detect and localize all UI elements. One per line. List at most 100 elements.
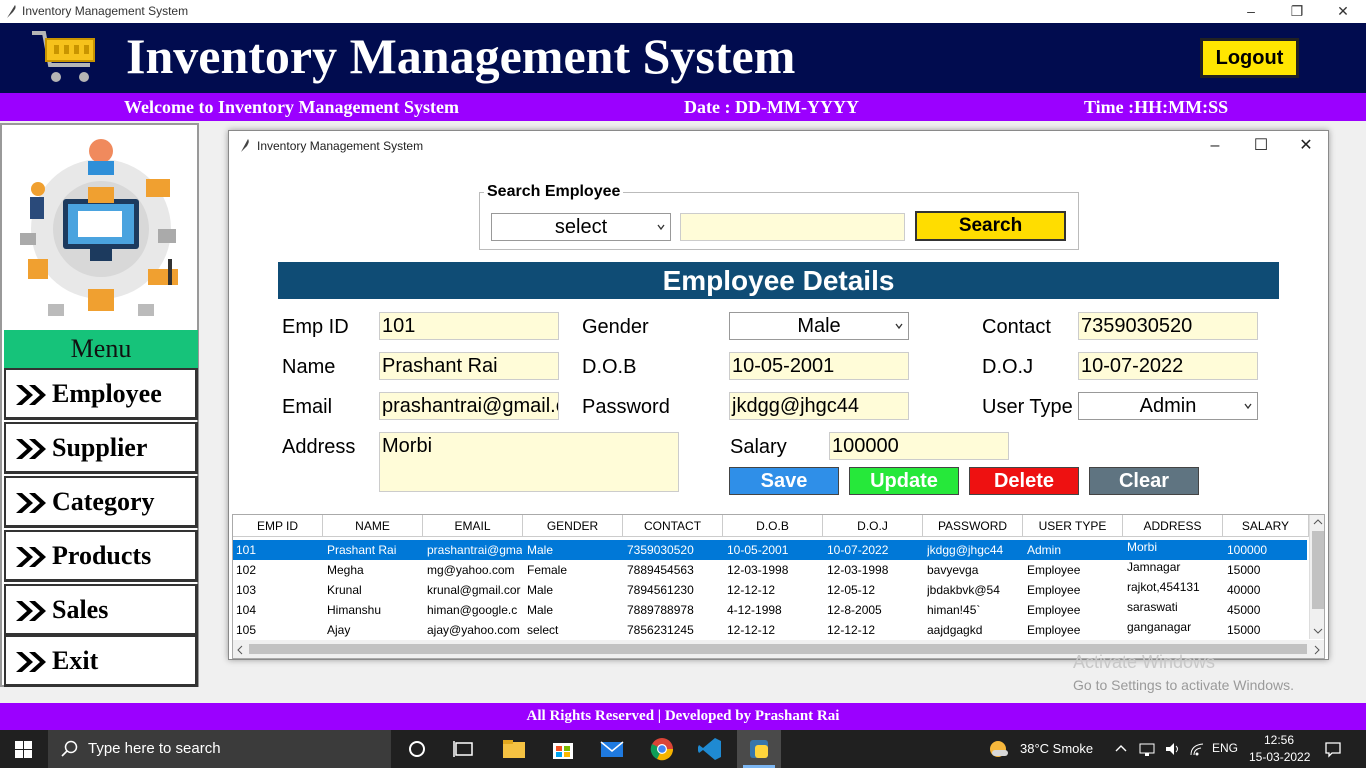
menu-item-label: Products [52,541,152,570]
column-header[interactable]: NAME [323,515,423,537]
column-header[interactable]: ADDRESS [1123,515,1223,537]
contact-field[interactable]: 7359030520 [1078,312,1258,340]
scroll-right-icon[interactable] [1313,645,1321,655]
welcome-text: Welcome to Inventory Management System [124,97,459,117]
clock-date[interactable]: 15-03-2022 [1249,750,1310,764]
menu-item-label: Category [52,487,155,516]
file-explorer-icon[interactable] [501,736,527,762]
table-row[interactable]: 101 Prashant Rai prashantrai@gma Male 735903… [233,540,1307,560]
salary-label: Salary [730,436,787,458]
column-header[interactable]: D.O.B [723,515,823,537]
password-field[interactable]: jkdgg@jhgc44 [729,392,909,420]
column-header[interactable]: SALARY [1223,515,1309,537]
close-button[interactable]: ✕ [1320,0,1366,23]
vertical-scrollbar[interactable] [1309,515,1324,639]
store-icon[interactable] [550,736,576,762]
taskbar-active-app[interactable] [737,730,781,768]
user-type-select[interactable]: Admin [1078,392,1258,420]
taskbar-search-placeholder: Type here to search [88,740,221,757]
network-icon[interactable] [1138,741,1156,757]
column-header[interactable]: EMAIL [423,515,523,537]
table-row[interactable]: 103 Krunal krunal@gmail.cor Male 7894561230 1… [233,580,1307,600]
table-cell: 12-12-12 [827,623,876,637]
doj-field[interactable]: 10-07-2022 [1078,352,1258,380]
minimize-button[interactable]: – [1228,0,1274,23]
language-indicator[interactable]: ENG [1212,741,1238,755]
weather-text[interactable]: 38°C Smoke [1020,741,1093,756]
table-cell: rajkot,454131 [1127,580,1200,594]
table-cell: 12-8-2005 [827,603,882,617]
cortana-icon[interactable] [404,736,430,762]
info-bar: Welcome to Inventory Management System D… [0,93,1366,121]
vscode-icon[interactable] [697,736,723,762]
task-view-icon[interactable] [451,736,477,762]
search-input[interactable] [680,213,905,241]
salary-field[interactable]: 100000 [829,432,1009,460]
doj-label: D.O.J [982,356,1034,378]
inner-minimize-button[interactable]: – [1192,133,1238,159]
emp-id-field[interactable]: 101 [379,312,559,340]
scroll-down-icon[interactable] [1313,627,1323,635]
mail-icon[interactable] [599,736,625,762]
search-by-select[interactable]: select [491,213,671,241]
address-textarea[interactable]: Morbi [379,432,679,492]
email-field[interactable]: prashantrai@gmail.c [379,392,559,420]
table-cell: mg@yahoo.com [427,563,515,577]
menu-item-category[interactable]: Category [4,476,198,528]
inner-maximize-button[interactable]: ☐ [1238,133,1284,159]
volume-icon[interactable] [1164,741,1182,757]
table-cell: jbdakbvk@54 [927,583,1000,597]
table-cell: Employee [1027,623,1081,637]
windows-start-icon[interactable] [15,741,32,758]
table-cell: 4-12-1998 [727,603,782,617]
table-row[interactable]: 105 Ajay ajay@yahoo.com select 7856231245 12-… [233,620,1307,640]
table-cell: 100000 [1227,543,1268,557]
gender-select[interactable]: Male [729,312,909,340]
chrome-icon[interactable] [649,736,675,762]
restore-button[interactable]: ❐ [1274,0,1320,23]
search-button[interactable]: Search [915,211,1066,241]
scroll-up-icon[interactable] [1313,518,1323,526]
search-icon [61,740,78,757]
menu-item-supplier[interactable]: Supplier [4,422,198,474]
column-header[interactable]: PASSWORD [923,515,1023,537]
column-header[interactable]: GENDER [523,515,623,537]
double-chevron-icon [16,493,46,513]
clock-time[interactable]: 12:56 [1264,733,1294,747]
menu-item-products[interactable]: Products [4,530,198,582]
table-cell: 101 [236,543,257,557]
table-row[interactable]: 102 Megha mg@yahoo.com Female 7889454563 12-0… [233,560,1307,580]
table-cell: Employee [1027,603,1081,617]
scroll-left-icon[interactable] [236,645,244,655]
sidebar-menu: Menu Employee Supplier Category Products… [0,123,199,687]
wifi-icon[interactable] [1189,741,1207,757]
menu-item-sales[interactable]: Sales [4,584,198,636]
app-title: Inventory Management System [126,28,796,84]
menu-item-exit[interactable]: Exit [4,635,198,687]
weather-icon[interactable] [988,738,1010,760]
table-cell: select [527,623,559,637]
activate-windows-text: Go to Settings to activate Windows. [1073,677,1294,693]
table-cell: himan!45` [927,603,981,617]
column-header[interactable]: EMP ID [233,515,323,537]
window-titlebar: Inventory Management System – ❐ ✕ [0,0,1366,23]
logout-button[interactable]: Logout [1200,38,1299,78]
clear-button[interactable]: Clear [1089,467,1199,495]
notification-icon[interactable] [1324,740,1342,758]
menu-item-employee[interactable]: Employee [4,368,198,420]
email-label: Email [282,396,333,418]
dob-field[interactable]: 10-05-2001 [729,352,909,380]
chevron-up-icon[interactable] [1114,742,1128,754]
delete-button[interactable]: Delete [969,467,1079,495]
scroll-thumb[interactable] [1312,531,1324,609]
column-header[interactable]: USER TYPE [1023,515,1123,537]
update-button[interactable]: Update [849,467,959,495]
taskbar-search-box[interactable]: Type here to search [48,730,391,768]
column-header[interactable]: D.O.J [823,515,923,537]
table-row[interactable]: 104 Himanshu himan@google.c Male 7889788978 4… [233,600,1307,620]
save-button[interactable]: Save [729,467,839,495]
inner-close-button[interactable]: ✕ [1283,133,1329,159]
double-chevron-icon [16,547,46,567]
column-header[interactable]: CONTACT [623,515,723,537]
name-field[interactable]: Prashant Rai [379,352,559,380]
